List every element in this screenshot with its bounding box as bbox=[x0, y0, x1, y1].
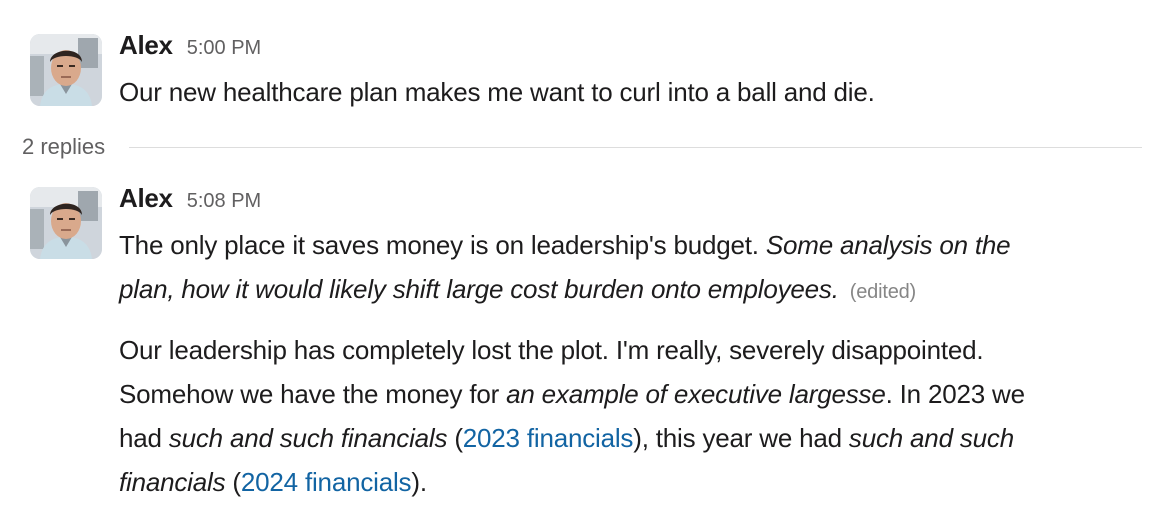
italic-text: such and such bbox=[848, 423, 1014, 453]
message-line: Our leadership has completely lost the p… bbox=[119, 335, 984, 365]
timestamp[interactable]: 5:00 PM bbox=[187, 37, 261, 60]
message-line: plan, how it would likely shift large co… bbox=[119, 267, 1149, 314]
avatar[interactable] bbox=[30, 34, 102, 106]
message-body: Alex 5:00 PM Our new healthcare plan mak… bbox=[119, 30, 1149, 114]
italic-text: Some analysis on the bbox=[765, 230, 1011, 260]
text-span: ( bbox=[447, 423, 463, 453]
text-span: ), this year we had bbox=[633, 423, 849, 453]
text-span: The only place it saves money is on lead… bbox=[119, 230, 766, 260]
link-2023-financials[interactable]: 2023 financials bbox=[463, 423, 634, 453]
message-line: The only place it saves money is on lead… bbox=[119, 223, 1149, 267]
message-header: Alex 5:00 PM bbox=[119, 30, 1149, 70]
text-span: had bbox=[119, 423, 169, 453]
message-body: Alex 5:08 PM The only place it saves mon… bbox=[119, 183, 1149, 504]
italic-text: plan, how it would likely shift large co… bbox=[119, 274, 839, 304]
author-name[interactable]: Alex bbox=[119, 30, 173, 61]
message-header: Alex 5:08 PM bbox=[119, 183, 1149, 223]
link-2024-financials[interactable]: 2024 financials bbox=[241, 467, 412, 497]
timestamp[interactable]: 5:08 PM bbox=[187, 190, 261, 213]
italic-text: financials bbox=[119, 467, 226, 497]
replies-link[interactable]: 2 replies bbox=[22, 134, 105, 160]
message-line: had such and such financials (2023 finan… bbox=[119, 416, 1149, 460]
divider bbox=[129, 146, 1142, 148]
edited-label: (edited) bbox=[849, 281, 916, 303]
text-span: Somehow we have the money for bbox=[119, 379, 507, 409]
italic-text: an example of executive largesse bbox=[506, 379, 886, 409]
message-text: Our new healthcare plan makes me want to… bbox=[119, 77, 875, 107]
message-line: financials (2024 financials). bbox=[119, 460, 1149, 504]
text-span: . In 2023 we bbox=[885, 379, 1025, 409]
text-span: ). bbox=[411, 467, 427, 497]
message-line: Somehow we have the money for an example… bbox=[119, 372, 1149, 416]
thread-replies-row: 2 replies bbox=[22, 134, 1142, 160]
text-span: ( bbox=[225, 467, 241, 497]
italic-text: such and such financials bbox=[168, 423, 448, 453]
avatar[interactable] bbox=[30, 187, 102, 259]
author-name[interactable]: Alex bbox=[119, 183, 173, 214]
